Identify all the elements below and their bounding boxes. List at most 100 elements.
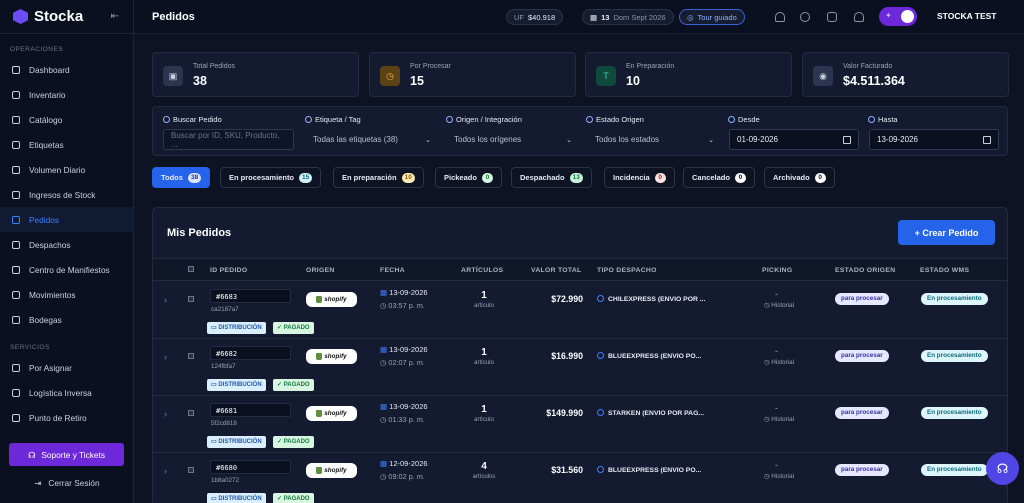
- bell-icon[interactable]: [775, 12, 785, 22]
- sidebar-item-movimientos[interactable]: Movimientos: [0, 282, 133, 307]
- uf-value: $40.918: [528, 12, 556, 22]
- logout-button[interactable]: ⇥ Cerrar Sesión: [0, 478, 134, 488]
- order-id[interactable]: #6680: [210, 460, 291, 474]
- wms-status-badge: En procesamiento: [921, 350, 988, 362]
- stat-por-procesar: ◷ Por Procesar 15: [369, 52, 576, 97]
- row-checkbox[interactable]: [188, 296, 194, 302]
- headset-icon[interactable]: [800, 12, 810, 22]
- tag-label: PAGADO: [283, 439, 310, 445]
- picking-value: -: [775, 289, 778, 299]
- origin-select[interactable]: Todos los orígenes ⌄: [447, 129, 579, 150]
- search-input[interactable]: Buscar por ID, SKU, Producto, ...: [163, 129, 294, 150]
- tour-button[interactable]: ◎ Tour guiado: [679, 9, 745, 25]
- table-row[interactable]: › #6681 5f2cd818 shopify ▦ 13-09-2026 ◷ …: [153, 396, 1007, 453]
- date-indicator: ▦ 13 Dom Sept 2026: [582, 9, 674, 25]
- tab-cancelado[interactable]: Cancelado 0: [683, 167, 755, 188]
- row-checkbox[interactable]: [188, 353, 194, 359]
- origin-status-badge: para procesar: [835, 350, 889, 362]
- tab-todos[interactable]: Todos 38: [152, 167, 211, 188]
- expand-chevron-icon[interactable]: ›: [164, 466, 167, 476]
- order-total: $16.990: [551, 351, 583, 361]
- tab-en-preparacion[interactable]: En preparación 10: [333, 167, 424, 188]
- tag-label: DISTRIBUCIÓN: [218, 496, 262, 502]
- order-id[interactable]: #6683: [210, 289, 291, 303]
- mail-icon[interactable]: [827, 12, 837, 22]
- tab-label: Cancelado: [692, 173, 730, 182]
- history-label: Historial: [771, 302, 794, 309]
- document-icon: [12, 265, 20, 274]
- history-link[interactable]: ◷ Historial: [764, 473, 794, 480]
- order-date: ▦ 13-09-2026: [380, 402, 428, 411]
- app-name: Stocka: [34, 8, 84, 25]
- col-picking[interactable]: PICKING: [762, 267, 792, 274]
- sidebar-item-catalogo[interactable]: Catálogo: [0, 107, 133, 132]
- collapse-sidebar-icon[interactable]: ⇤: [111, 11, 119, 22]
- col-valor[interactable]: VALOR TOTAL: [531, 267, 582, 274]
- sidebar-item-inventario[interactable]: Inventario: [0, 82, 133, 107]
- user-icon[interactable]: [854, 12, 864, 22]
- col-fecha[interactable]: FECHA: [380, 267, 405, 274]
- logout-label: Cerrar Sesión: [48, 478, 100, 488]
- sidebar-item-pedidos[interactable]: Pedidos: [0, 207, 133, 232]
- star-icon: ✦: [885, 11, 892, 20]
- sidebar-item-ingresos[interactable]: Ingresos de Stock: [0, 182, 133, 207]
- history-link[interactable]: ◷ Historial: [764, 302, 794, 309]
- sidebar-item-volumen[interactable]: Volumen Diario: [0, 157, 133, 182]
- sidebar-item-etiquetas[interactable]: Etiquetas: [0, 132, 133, 157]
- history-link[interactable]: ◷ Historial: [764, 359, 794, 366]
- from-date-input[interactable]: 01-09-2026: [729, 129, 859, 150]
- help-chat-button[interactable]: ☊: [986, 452, 1019, 485]
- tab-despachado[interactable]: Despachado 13: [511, 167, 592, 188]
- history-link[interactable]: ◷ Historial: [764, 416, 794, 423]
- order-id[interactable]: #6682: [210, 346, 291, 360]
- uf-indicator: UF $40.918: [506, 9, 564, 25]
- col-id[interactable]: ID PEDIDO: [210, 267, 247, 274]
- theme-toggle[interactable]: ✦: [879, 7, 917, 26]
- paid-tag: ✓ PAGADO: [273, 493, 314, 503]
- warehouse-icon: [12, 315, 20, 324]
- table-row[interactable]: › #6680 1b8a0272 shopify ▦ 12-09-2026 ◷ …: [153, 453, 1007, 503]
- stat-value: $4.511.364: [843, 74, 905, 88]
- tab-en-procesamiento[interactable]: En procesamiento 15: [220, 167, 322, 188]
- logo[interactable]: Stocka ⇤: [0, 0, 133, 34]
- user-name[interactable]: STOCKA TEST: [937, 11, 997, 21]
- table-row[interactable]: › #6683 ca2187a7 shopify ▦ 13-09-2026 ◷ …: [153, 282, 1007, 339]
- order-time: ◷ 02:07 p. m.: [380, 358, 425, 367]
- state-select[interactable]: Todos los estados ⌄: [588, 129, 721, 150]
- shipping-type: CHILEXPRESS (ENVIO POR ...: [597, 295, 705, 303]
- table-row[interactable]: › #6682 124fbfa7 shopify ▦ 13-09-2026 ◷ …: [153, 339, 1007, 396]
- tab-archivado[interactable]: Archivado 0: [764, 167, 835, 188]
- col-origen[interactable]: ORIGEN: [306, 267, 335, 274]
- filters-bar: Buscar Pedido Buscar por ID, SKU, Produc…: [152, 106, 1008, 156]
- row-checkbox[interactable]: [188, 467, 194, 473]
- table-header: ID PEDIDO ORIGEN FECHA ARTÍCULOS VALOR T…: [153, 258, 1007, 281]
- sidebar-item-punto-retiro[interactable]: Punto de Retiro: [0, 405, 133, 430]
- col-tipo-despacho[interactable]: TIPO DESPACHO: [597, 267, 657, 274]
- stat-label: Valor Facturado: [843, 63, 893, 70]
- to-date-input[interactable]: 13-09-2026: [869, 129, 999, 150]
- support-button[interactable]: ☊ Soporte y Tickets: [9, 443, 124, 466]
- return-icon: [12, 388, 20, 397]
- origin-name: shopify: [324, 296, 347, 303]
- tag-label: DISTRIBUCIÓN: [218, 325, 262, 331]
- tab-incidencia[interactable]: Incidencia 0: [604, 167, 675, 188]
- expand-chevron-icon[interactable]: ›: [164, 352, 167, 362]
- col-articulos[interactable]: ARTÍCULOS: [461, 267, 503, 274]
- sidebar-item-despachos[interactable]: Despachos: [0, 232, 133, 257]
- sidebar-item-manifiestos[interactable]: Centro de Manifiestos: [0, 257, 133, 282]
- col-estado-wms[interactable]: ESTADO WMS: [920, 267, 969, 274]
- tag-select[interactable]: Todas las etiquetas (38) ⌄: [306, 129, 438, 150]
- order-id[interactable]: #6681: [210, 403, 291, 417]
- sidebar-item-por-asignar[interactable]: Por Asignar: [0, 355, 133, 380]
- row-checkbox[interactable]: [188, 410, 194, 416]
- sidebar-item-logistica-inversa[interactable]: Logística Inversa: [0, 380, 133, 405]
- tab-pickeado[interactable]: Pickeado 0: [435, 167, 502, 188]
- expand-chevron-icon[interactable]: ›: [164, 295, 167, 305]
- check-icon: ✓: [277, 439, 284, 445]
- sidebar-item-dashboard[interactable]: Dashboard: [0, 57, 133, 82]
- select-all-checkbox[interactable]: [188, 266, 194, 272]
- create-order-button[interactable]: + Crear Pedido: [898, 220, 995, 245]
- expand-chevron-icon[interactable]: ›: [164, 409, 167, 419]
- sidebar-item-bodegas[interactable]: Bodegas: [0, 307, 133, 332]
- col-estado-origen[interactable]: ESTADO ORIGEN: [835, 267, 895, 274]
